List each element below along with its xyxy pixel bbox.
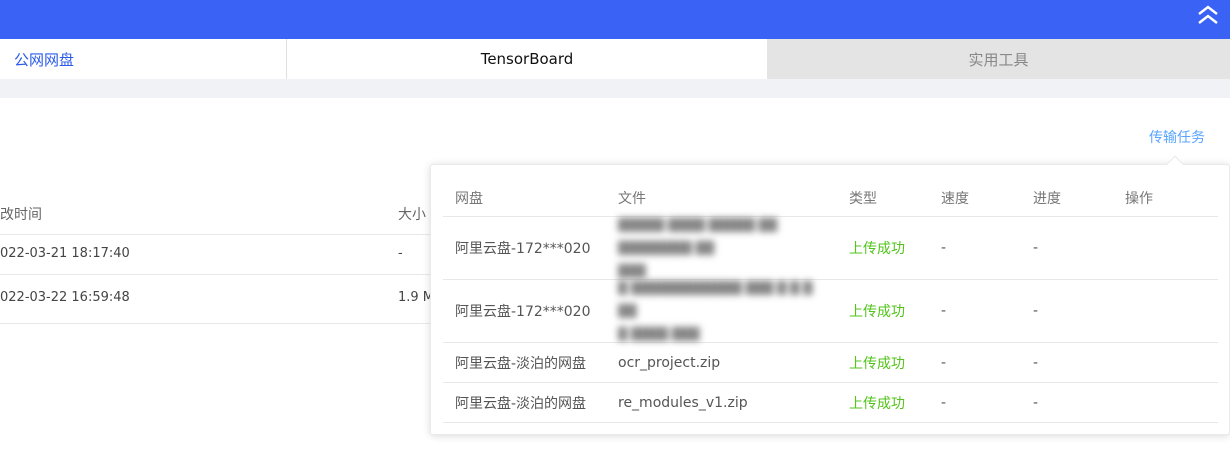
double-chevron-up-icon[interactable] [1194,2,1222,30]
cell-speed: - [941,354,947,371]
header-actions: 操作 [1125,190,1153,207]
column-header-size: 大小 [398,207,426,223]
cell-type: 上传成功 [849,304,905,320]
header-file: 文件 [618,190,646,207]
tab-bar: 公网网盘 TensorBoard 实用工具 [0,39,1230,79]
cell-progress: - [1033,354,1039,371]
table-row: 阿里云盘-淡泊的网盘 ocr_project.zip 上传成功 - - [443,343,1218,383]
table-header-row: 网盘 文件 类型 速度 进度 操作 [443,179,1218,217]
tab-tensorboard[interactable]: TensorBoard [287,39,767,79]
cell-type: 上传成功 [849,355,905,372]
cell-progress: - [1033,394,1039,411]
cell-speed: - [941,394,947,411]
table-row: 阿里云盘-172***020 █ ████████████ ███ █ █ █ … [443,280,1218,343]
cell-file-redacted: █ ████████████ ███ █ █ █ ██ █ ████ ███ [618,277,849,346]
tab-tools[interactable]: 实用工具 [767,39,1230,79]
header-disk: 网盘 [455,190,483,207]
header-type: 类型 [849,190,877,207]
row-size: 1.9 M [398,290,435,305]
cell-disk: 阿里云盘-172***020 [455,304,591,320]
tab-public-disk[interactable]: 公网网盘 [0,39,287,79]
redacted-filename: █ ████████████ ███ █ █ █ ██ █ ████ ███ [618,280,813,341]
cell-speed: - [941,303,947,319]
divider [0,323,450,324]
divider [0,274,450,275]
divider [0,234,450,235]
cell-file: re_modules_v1.zip [618,394,748,411]
cell-disk: 阿里云盘-172***020 [455,241,591,257]
cell-type: 上传成功 [849,241,905,257]
transfer-tasks-link[interactable]: 传输任务 [1149,127,1205,147]
row-time: 022-03-22 16:59:48 [0,290,130,305]
transfer-tasks-popup: 网盘 文件 类型 速度 进度 操作 阿里云盘-172***020 █████ █… [430,155,1230,435]
top-bar [0,0,1230,39]
header-speed: 速度 [941,190,969,207]
cell-speed: - [941,240,947,256]
cell-disk: 阿里云盘-淡泊的网盘 [455,355,587,372]
cell-file: ocr_project.zip [618,354,721,371]
cell-disk: 阿里云盘-淡泊的网盘 [455,395,587,412]
cell-file-redacted: █████ ████ █████ ██ ████████ ██ ███ [618,214,849,283]
cell-progress: - [1033,240,1039,256]
table-row: 阿里云盘-172***020 █████ ████ █████ ██ █████… [443,217,1218,280]
row-time: 022-03-21 18:17:40 [0,246,130,261]
row-size: - [398,246,403,261]
header-progress: 进度 [1033,190,1061,207]
cell-type: 上传成功 [849,395,905,412]
redacted-filename: █████ ████ █████ ██ ████████ ██ ███ [618,217,778,278]
transfer-table: 网盘 文件 类型 速度 进度 操作 阿里云盘-172***020 █████ █… [443,179,1218,423]
cell-progress: - [1033,303,1039,319]
table-row: 阿里云盘-淡泊的网盘 re_modules_v1.zip 上传成功 - - [443,383,1218,423]
column-header-modified-time: 改时间 [0,207,42,223]
